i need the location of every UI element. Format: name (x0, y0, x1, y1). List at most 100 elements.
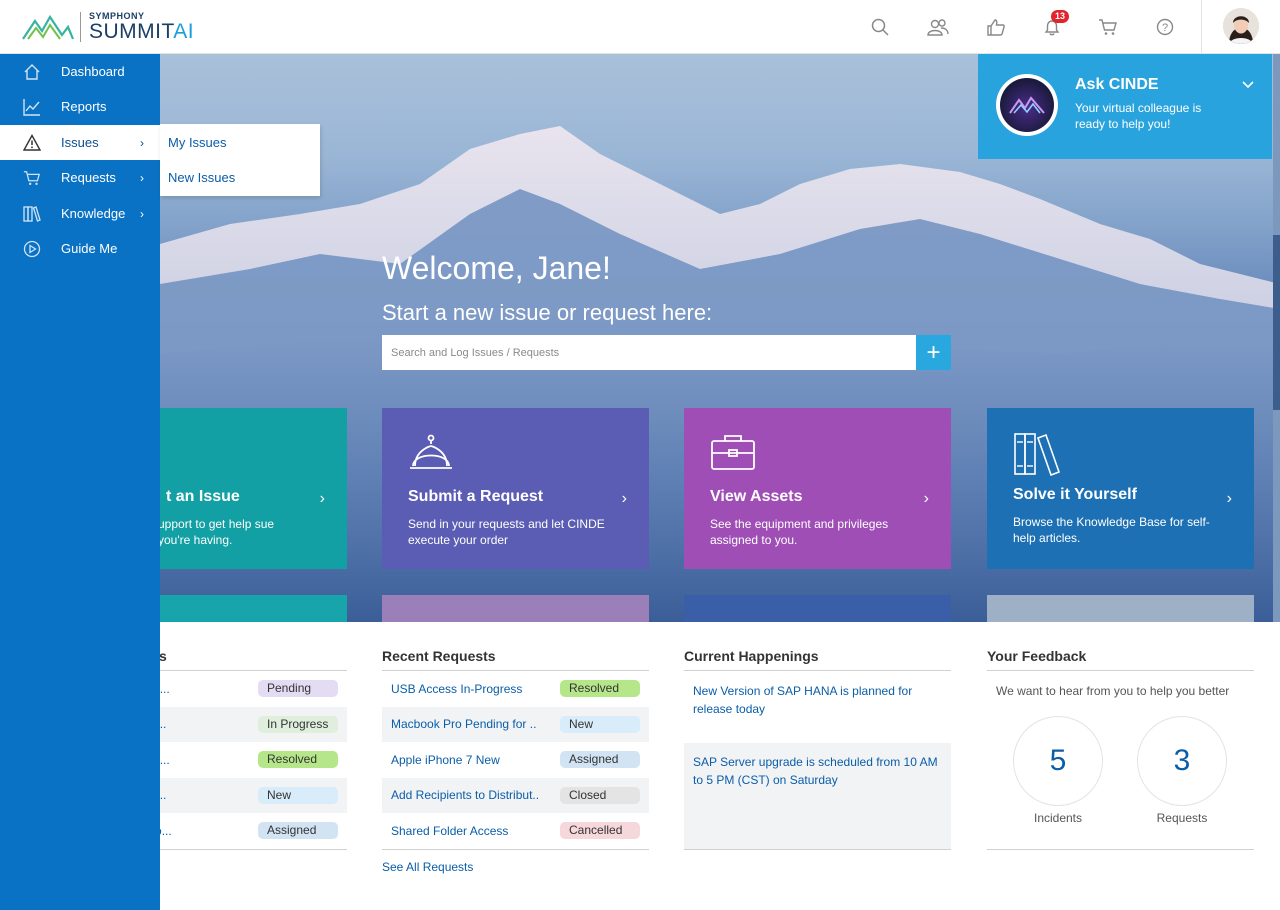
panel-title: Your Feedback (987, 648, 1087, 664)
feedback-text: We want to hear from you to help you bet… (996, 684, 1230, 698)
incidents-count[interactable]: 5 (1013, 716, 1103, 806)
submenu-item-my-issues[interactable]: My Issues (168, 135, 227, 150)
happening-item[interactable]: New Version of SAP HANA is planned for r… (684, 671, 951, 742)
row-link[interactable]: USB Access In-Progress (391, 682, 551, 696)
chevron-right-icon: › (140, 170, 144, 185)
issues-submenu: My Issues New Issues (160, 124, 320, 196)
logo-ai-word: AI (173, 20, 195, 43)
submit-request-tile[interactable]: Submit a Request Send in your requests a… (382, 408, 649, 569)
chevron-right-icon: › (140, 206, 144, 221)
people-icon[interactable] (925, 14, 951, 40)
panel-divider (684, 849, 951, 850)
chevron-right-icon: › (923, 490, 929, 507)
cart-icon[interactable] (1095, 14, 1121, 40)
svg-text:?: ? (1162, 22, 1168, 34)
status-badge: New (560, 715, 640, 733)
table-row[interactable]: USB Access In-Progress Resolved (382, 671, 649, 706)
logo-main-word: SUMMIT (89, 20, 174, 43)
tile-title: Submit a Request (408, 488, 544, 505)
cinde-logo-icon (996, 74, 1058, 136)
status-badge: Pending (258, 680, 338, 697)
see-all-requests-link[interactable]: See All Requests (382, 860, 473, 874)
chevron-right-icon: › (319, 490, 325, 507)
sidebar-item-label: Reports (61, 99, 107, 114)
add-button[interactable]: + (916, 335, 951, 370)
user-avatar[interactable] (1223, 8, 1259, 44)
panel-divider (987, 849, 1254, 850)
welcome-subheading: Start a new issue or request here: (382, 300, 713, 325)
home-icon (22, 62, 42, 82)
panel-title: Current Happenings (684, 648, 819, 664)
chevron-right-icon: › (621, 490, 627, 507)
logo-main-text: SUMMITAI (89, 21, 194, 42)
tile-title: View Assets (710, 488, 803, 505)
table-row[interactable]: Shared Folder Access Cancelled (382, 813, 649, 848)
tile-title: t an Issue (166, 488, 240, 505)
notification-badge: 13 (1051, 10, 1070, 23)
chevron-right-icon: › (1226, 490, 1232, 507)
thumbs-up-icon[interactable] (983, 14, 1009, 40)
happening-link[interactable]: New Version of SAP HANA is planned for r… (693, 682, 943, 718)
logo-divider (80, 12, 81, 42)
submenu-item-new-issues[interactable]: New Issues (168, 170, 235, 185)
mountain-logo-icon (22, 14, 74, 40)
play-icon (22, 239, 42, 259)
table-row[interactable]: Apple iPhone 7 New Assigned (382, 742, 649, 777)
panel-divider (382, 849, 649, 850)
search-input[interactable] (382, 335, 916, 370)
bell-icon[interactable]: 13 (1039, 10, 1070, 40)
ask-cinde-panel[interactable]: Ask CINDE Your virtual colleague is read… (978, 54, 1272, 159)
row-link[interactable]: Apple iPhone 7 New (391, 753, 551, 767)
status-badge: Resolved (258, 751, 338, 769)
sidebar-item-dashboard[interactable]: Dashboard (0, 54, 160, 89)
sidebar-item-reports[interactable]: Reports (0, 89, 160, 124)
row-link[interactable]: Macbook Pro Pending for .. (391, 717, 551, 731)
chevron-down-icon[interactable] (1242, 78, 1254, 92)
tile-description: See the equipment and privileges assigne… (710, 517, 889, 547)
row-link[interactable]: Shared Folder Access (391, 824, 551, 838)
table-row[interactable]: Add Recipients to Distribut.. Closed (382, 777, 649, 813)
tile-description: Send in your requests and let CINDE exec… (408, 517, 605, 547)
scrollbar-thumb[interactable] (1273, 235, 1280, 410)
status-badge: Assigned (258, 822, 338, 840)
table-row[interactable]: Macbook Pro Pending for .. New (382, 706, 649, 742)
sidebar-item-label: Knowledge (61, 206, 126, 221)
sidebar-item-guide-me[interactable]: Guide Me (0, 231, 160, 266)
warning-icon (22, 133, 42, 153)
incidents-label: Incidents (1033, 811, 1083, 825)
sidebar-item-label: Requests (61, 170, 116, 185)
top-header: SYMPHONY SUMMITAI 13 ? (0, 0, 1280, 54)
happening-item[interactable]: SAP Server upgrade is scheduled from 10 … (684, 743, 951, 849)
row-link[interactable]: Add Recipients to Distribut.. (391, 788, 551, 802)
sidebar-item-label: Dashboard (61, 64, 125, 79)
welcome-heading: Welcome, Jane! (382, 250, 611, 286)
chart-icon (22, 97, 42, 117)
requests-count[interactable]: 3 (1137, 716, 1227, 806)
status-badge: Cancelled (560, 822, 640, 840)
tile-description: Browse the Knowledge Base for self-help … (1013, 515, 1210, 545)
sidebar-item-label: Issues (61, 135, 99, 150)
happening-link[interactable]: SAP Server upgrade is scheduled from 10 … (693, 753, 943, 789)
bell-service-icon (408, 432, 454, 474)
view-assets-tile[interactable]: View Assets See the equipment and privil… (684, 408, 951, 569)
app-logo[interactable]: SYMPHONY SUMMITAI (22, 10, 194, 44)
status-badge: Closed (560, 786, 640, 804)
panel-title: Recent Requests (382, 648, 496, 664)
solve-it-yourself-tile[interactable]: Solve it Yourself Browse the Knowledge B… (987, 408, 1254, 569)
status-badge: Resolved (560, 680, 640, 697)
sidebar-item-label: Guide Me (61, 241, 118, 256)
sidebar-item-requests[interactable]: Requests › (0, 160, 160, 195)
books-icon (1013, 432, 1061, 477)
sidebar-item-issues[interactable]: Issues › (0, 125, 160, 160)
tile-title: Solve it Yourself (1013, 486, 1137, 503)
tile-row2-4[interactable] (987, 595, 1254, 622)
tile-row2-2[interactable] (382, 595, 649, 622)
tile-row2-3[interactable] (684, 595, 951, 622)
help-icon[interactable]: ? (1152, 14, 1178, 40)
panel-divider (987, 670, 1254, 671)
tile-description: upport to get help sue you're having. (158, 517, 275, 547)
cart-icon (22, 168, 42, 188)
header-separator (1201, 0, 1202, 54)
search-icon[interactable] (867, 14, 893, 40)
sidebar-item-knowledge[interactable]: Knowledge › (0, 196, 160, 231)
